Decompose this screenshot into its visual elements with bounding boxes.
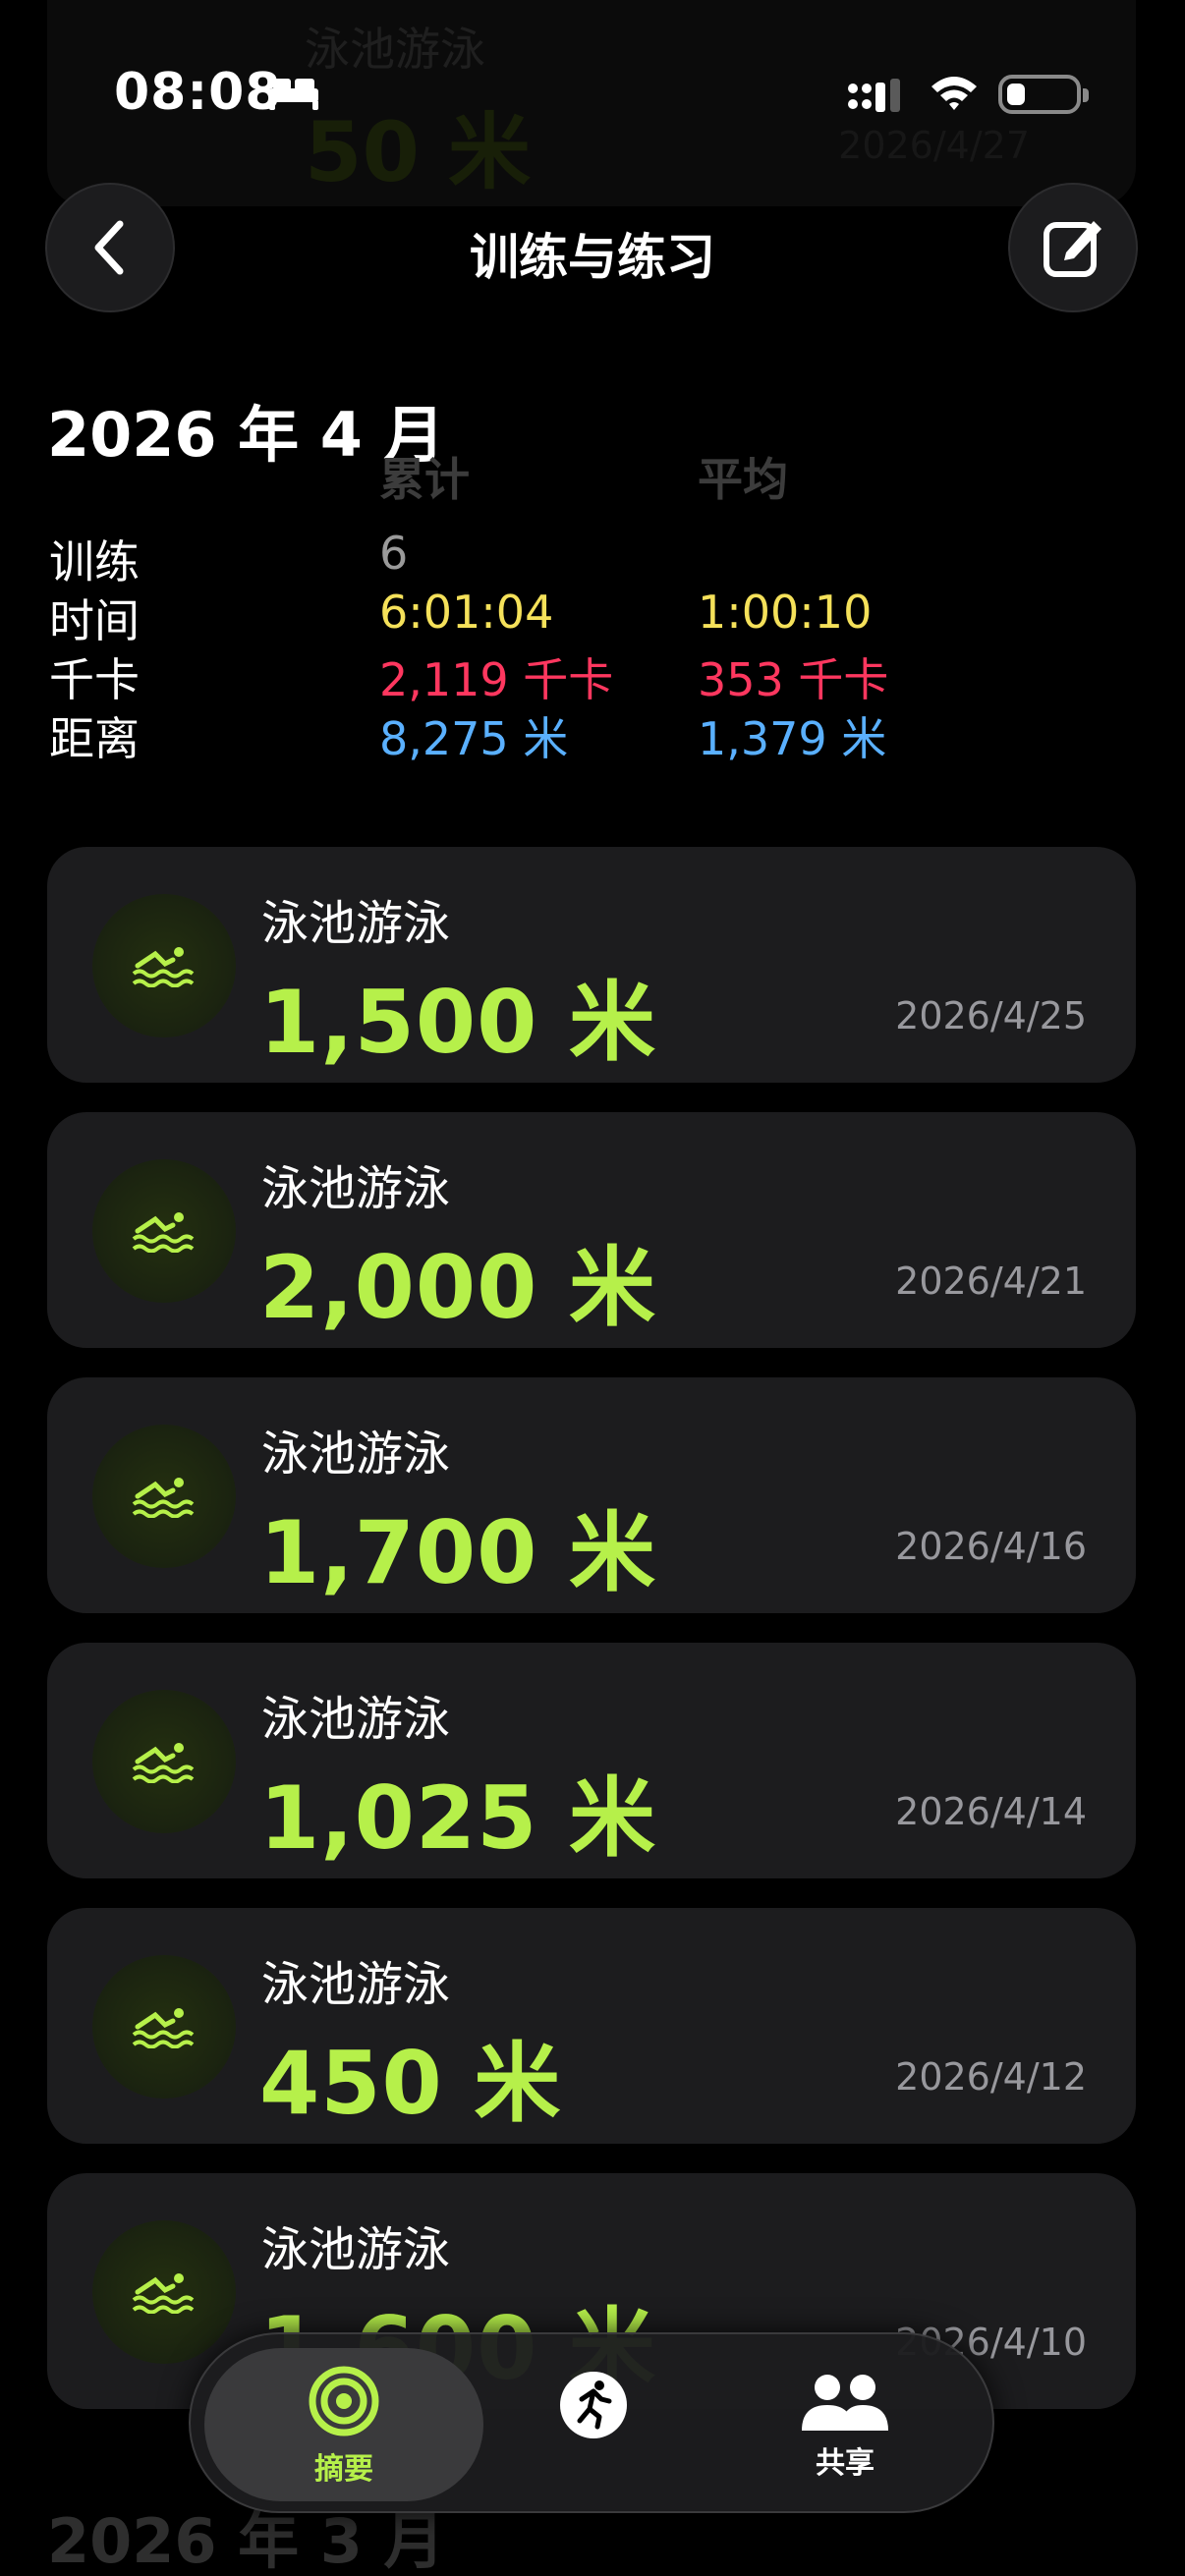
column-header-total: 累计	[379, 453, 470, 506]
activity-rings-icon	[309, 2366, 379, 2436]
tab-sharing-label: 共享	[816, 2446, 875, 2481]
compose-icon	[1044, 221, 1101, 277]
workout-title: 泳池游泳	[261, 1692, 451, 1747]
workout-date: 2026/4/16	[895, 1525, 1087, 1568]
pool-swim-icon	[92, 1425, 236, 1568]
cellular-signal-icon	[848, 79, 900, 112]
status-time: 08:08	[114, 63, 282, 122]
summary-total-distance: 8,275 米	[379, 712, 569, 765]
people-icon	[802, 2375, 888, 2431]
workout-distance: 1,700 米	[259, 1502, 656, 1603]
pool-swim-icon	[92, 1159, 236, 1303]
scrolled-card-date: 2026/4/27	[838, 124, 1030, 167]
workout-date: 2026/4/25	[895, 994, 1087, 1037]
scrolled-card-title: 泳池游泳	[305, 23, 485, 76]
running-figure-icon	[560, 2372, 627, 2438]
workout-date: 2026/4/12	[895, 2055, 1087, 2099]
workout-distance: 1,025 米	[259, 1767, 656, 1869]
workout-title: 泳池游泳	[261, 1161, 451, 1216]
tab-summary[interactable]: 摘要	[216, 2334, 472, 2515]
summary-total-time: 6:01:04	[379, 586, 554, 639]
sleep-focus-icon	[269, 79, 318, 110]
summary-label-calories: 千卡	[49, 653, 140, 706]
workout-title: 泳池游泳	[261, 2222, 451, 2277]
summary-label-distance: 距离	[49, 712, 140, 765]
workout-title: 泳池游泳	[261, 1427, 451, 1482]
summary-total-calories: 2,119 千卡	[379, 653, 614, 706]
page-title: 训练与练习	[470, 229, 715, 286]
tab-fitness[interactable]	[466, 2334, 721, 2515]
workout-distance: 2,000 米	[259, 1237, 656, 1338]
pool-swim-icon	[92, 894, 236, 1037]
workout-date: 2026/4/21	[895, 1260, 1087, 1303]
workout-card[interactable]: 泳池游泳 1,700 米 2026/4/16	[47, 1377, 1136, 1613]
tab-sharing[interactable]: 共享	[717, 2334, 973, 2515]
pool-swim-icon	[92, 1690, 236, 1833]
scrolled-card-distance: 50 米	[305, 104, 532, 200]
wifi-icon	[931, 77, 977, 110]
summary-total-workouts: 6	[379, 527, 409, 580]
workout-card[interactable]: 泳池游泳 1,500 米 2026/4/25	[47, 847, 1136, 1083]
pool-swim-icon	[92, 2220, 236, 2364]
summary-average-distance: 1,379 米	[698, 712, 887, 765]
workout-card[interactable]: 泳池游泳 450 米 2026/4/12	[47, 1908, 1136, 2144]
workout-distance: 450 米	[259, 2033, 562, 2134]
workout-title: 泳池游泳	[261, 896, 451, 951]
workout-date: 2026/4/14	[895, 1790, 1087, 1833]
workout-card[interactable]: 泳池游泳 2,000 米 2026/4/21	[47, 1112, 1136, 1348]
summary-average-calories: 353 千卡	[698, 653, 889, 706]
summary-label-time: 时间	[49, 594, 140, 647]
summary-label-workouts: 训练	[49, 535, 140, 588]
workout-card[interactable]: 泳池游泳 1,025 米 2026/4/14	[47, 1643, 1136, 1878]
battery-icon	[998, 75, 1089, 114]
workout-title: 泳池游泳	[261, 1957, 451, 2012]
edit-button[interactable]	[1008, 183, 1138, 312]
column-header-average: 平均	[698, 453, 788, 506]
summary-average-time: 1:00:10	[698, 586, 873, 639]
tab-summary-label: 摘要	[314, 2452, 373, 2487]
tab-bar: 摘要 共享	[189, 2332, 994, 2513]
workout-distance: 1,500 米	[259, 972, 656, 1073]
pool-swim-icon	[92, 1955, 236, 2099]
